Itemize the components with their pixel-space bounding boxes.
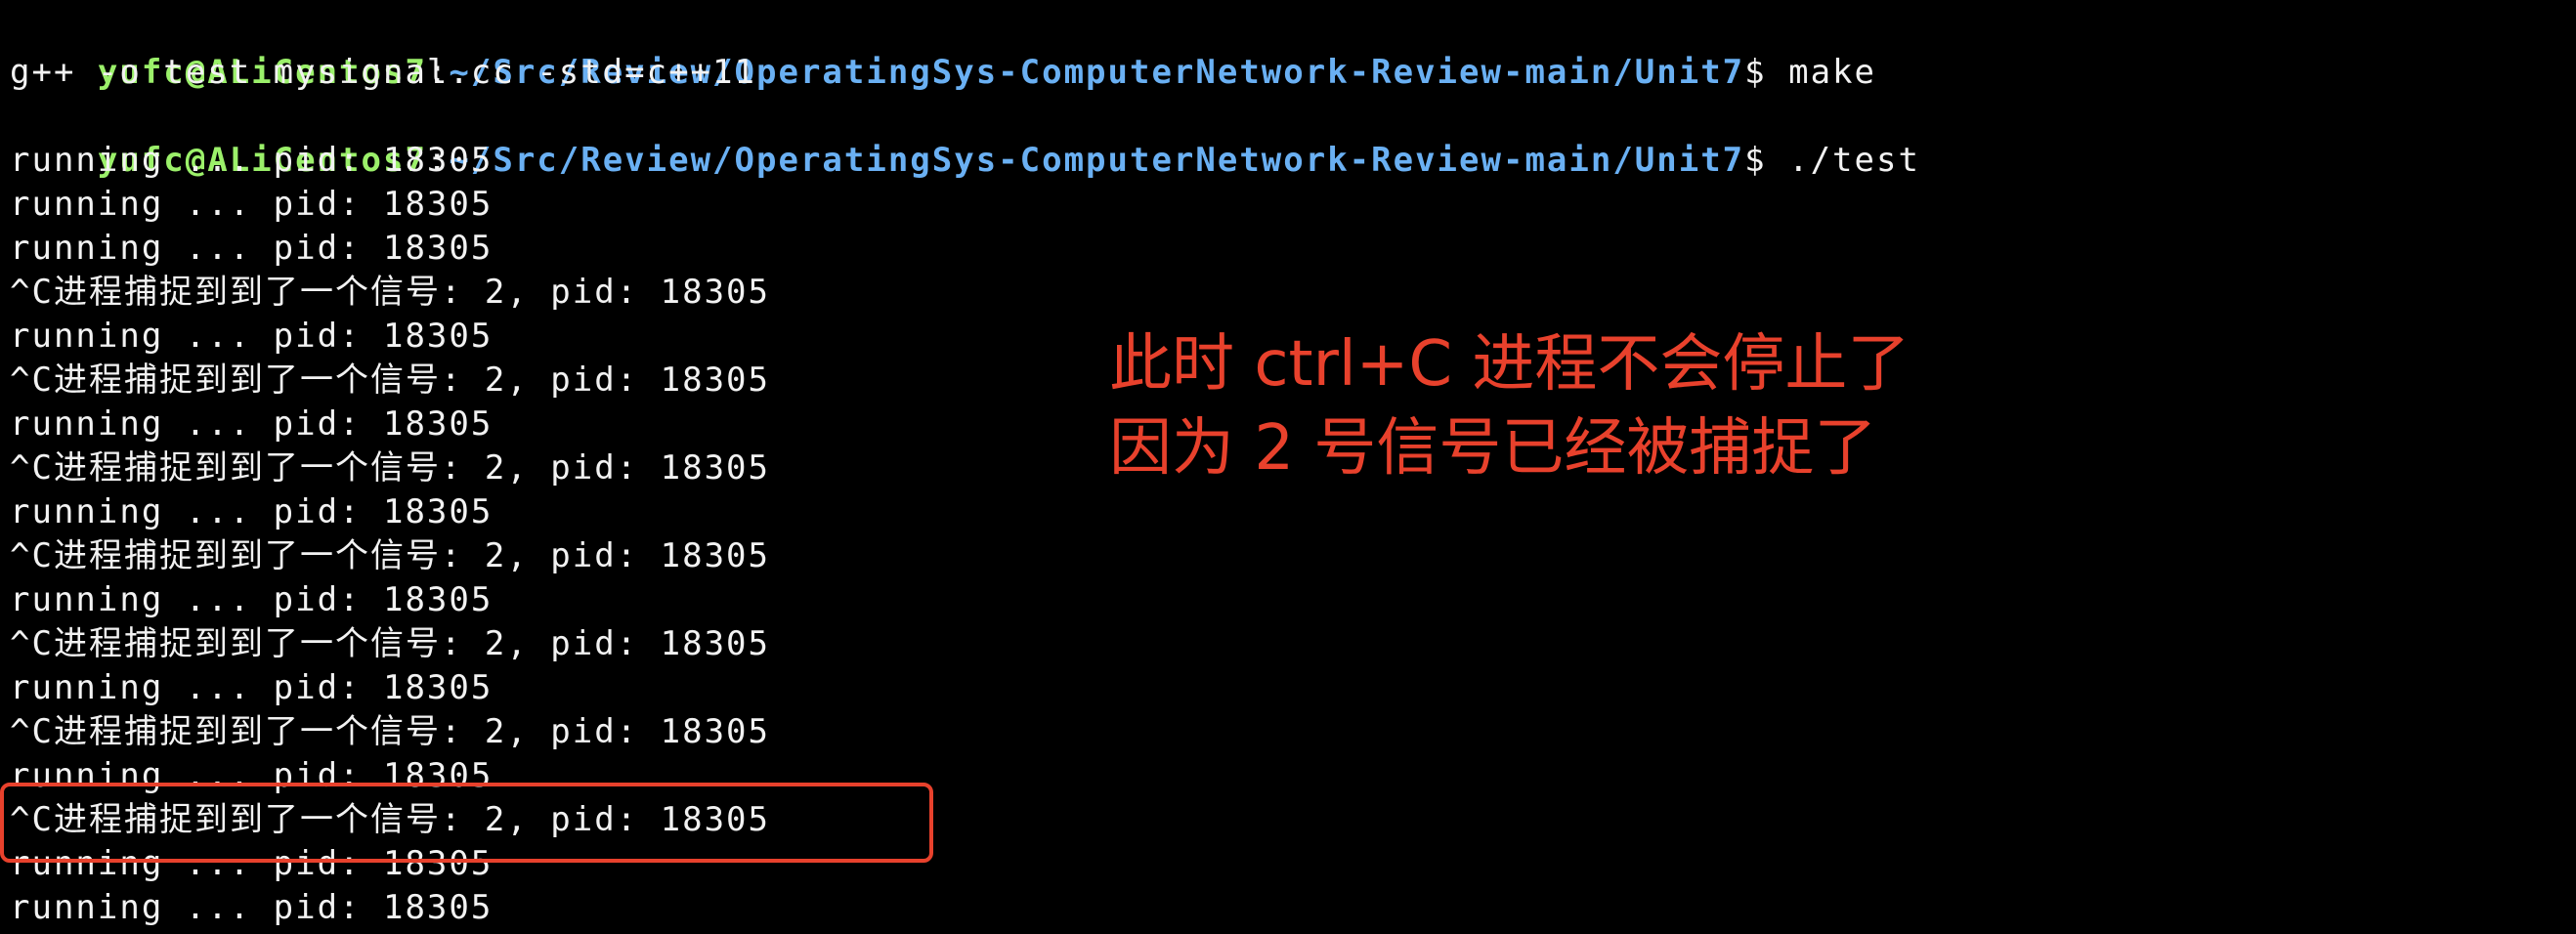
output-running-line: running ... pid: 18305: [10, 888, 494, 927]
compile-output-line: g++ -o test mysignal.cc -std=c++11: [10, 53, 756, 92]
output-running-line: running ... pid: 18305: [10, 492, 494, 531]
output-running-line: running ... pid: 18305: [10, 668, 494, 707]
output-signal-line: ^C进程捕捉到到了一个信号: 2, pid: 18305: [10, 536, 770, 575]
output-running-line: running ... pid: 18305: [10, 317, 494, 356]
command-text: ./test: [1788, 141, 1920, 180]
prompt-symbol: $: [1744, 53, 1789, 92]
output-running-line: running ... pid: 18305: [10, 404, 494, 444]
prompt-path: ~/Src/Review/OperatingSys-ComputerNetwor…: [449, 141, 1745, 180]
annotation-line-1: 此时 ctrl+C 进程不会停止了: [1109, 328, 1911, 401]
prompt-line-make: yufc@ALiCentos7:~/Src/Review/OperatingSy…: [10, 7, 1876, 92]
output-signal-line: ^C进程捕捉到到了一个信号: 2, pid: 18305: [10, 361, 770, 400]
output-signal-line: ^C进程捕捉到到了一个信号: 2, pid: 18305: [10, 712, 770, 751]
annotation-line-2: 因为 2 号信号已经被捕捉了: [1109, 412, 1877, 485]
output-signal-line: ^C进程捕捉到到了一个信号: 2, pid: 18305: [10, 624, 770, 663]
prompt-symbol: $: [1744, 141, 1789, 180]
output-running-line: running ... pid: 18305: [10, 185, 494, 224]
output-running-line: running ... pid: 18305: [10, 141, 494, 180]
output-signal-line: ^C进程捕捉到到了一个信号: 2, pid: 18305: [10, 448, 770, 488]
command-text: make: [1788, 53, 1876, 92]
terminal-window[interactable]: yufc@ALiCentos7:~/Src/Review/OperatingSy…: [0, 0, 2576, 934]
output-running-line: running ... pid: 18305: [10, 580, 494, 619]
output-signal-line: ^C进程捕捉到到了一个信号: 2, pid: 18305: [10, 273, 770, 312]
highlight-box: [0, 783, 933, 863]
output-running-line: running ... pid: 18305: [10, 229, 494, 268]
prompt-line-test: yufc@ALiCentos7:~/Src/Review/OperatingSy…: [10, 95, 1920, 180]
